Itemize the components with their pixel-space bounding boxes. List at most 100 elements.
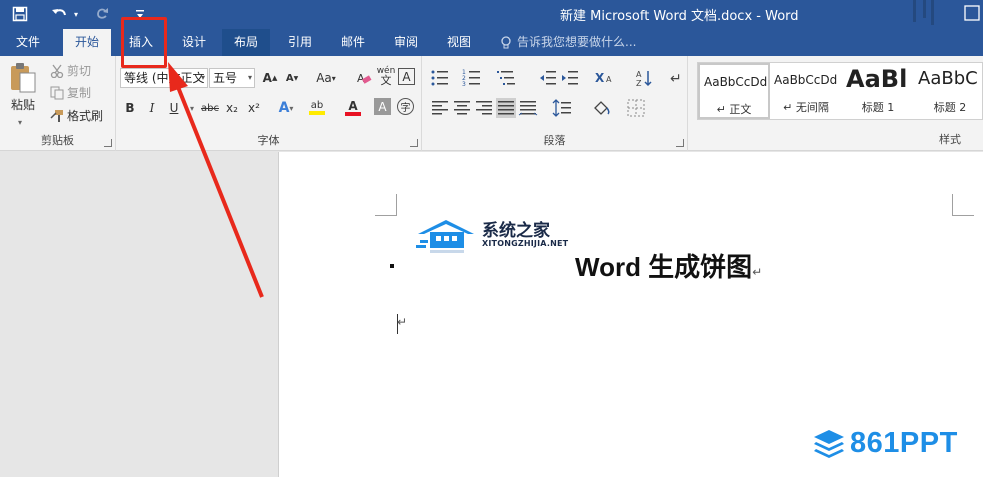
watermark-site-url: XITONGZHIJIA.NET	[482, 239, 569, 248]
paste-dropdown-icon[interactable]: ▾	[18, 118, 22, 127]
font-name-value: 等线 (中文正文	[124, 71, 205, 85]
paste-label: 粘贴	[10, 98, 35, 112]
change-case-button[interactable]: Aa ▾	[312, 68, 340, 88]
tell-me-placeholder: 告诉我您想要做什么...	[517, 35, 637, 49]
tab-references[interactable]: 引用	[276, 29, 324, 56]
copy-icon	[50, 86, 64, 99]
paragraph-launcher-icon[interactable]	[676, 139, 684, 147]
annotation-highlight-box	[121, 17, 167, 68]
format-painter-icon	[50, 109, 63, 122]
tab-review[interactable]: 审阅	[382, 29, 430, 56]
font-size-select[interactable]: 五号 ▾	[209, 68, 255, 88]
window-decoration-icon	[913, 0, 980, 25]
svg-text:↵: ↵	[670, 71, 682, 87]
paragraph-group: 123 XA AZ ↵ 段落	[422, 56, 688, 151]
paste-button[interactable]: 粘贴	[8, 62, 38, 113]
subscript-button[interactable]: x₂	[222, 98, 242, 118]
site-watermark-xitongzhijia: 系统之家 XITONGZHIJIA.NET	[416, 216, 586, 260]
char-shading-button[interactable]: A	[374, 98, 391, 115]
styles-gallery: AaBbCcDd ↵ 正文 AaBbCcDd ↵ 无间隔 AaBl 标题 1 A…	[697, 62, 983, 120]
grow-font-button[interactable]: A ▲	[260, 68, 280, 88]
copy-label: 复制	[67, 86, 92, 100]
redo-icon[interactable]	[90, 3, 114, 25]
svg-text:X: X	[595, 71, 605, 85]
svg-text:3: 3	[462, 81, 466, 88]
style-no-spacing[interactable]: AaBbCcDd ↵ 无间隔	[770, 63, 842, 119]
cut-button[interactable]: 剪切	[50, 62, 91, 79]
italic-icon: I	[149, 101, 155, 115]
empty-paragraph-mark: ↵	[397, 315, 408, 329]
style-no-spacing-sample: AaBbCcDd	[774, 73, 838, 87]
borders-icon[interactable]	[626, 98, 646, 118]
superscript-button[interactable]: x²	[244, 98, 264, 118]
show-marks-icon[interactable]: ↵	[666, 68, 686, 88]
numbering-icon[interactable]: 123	[462, 68, 482, 88]
tab-view[interactable]: 视图	[435, 29, 483, 56]
justify-icon[interactable]	[496, 98, 516, 118]
italic-button[interactable]: I	[142, 98, 162, 118]
clipboard-launcher-icon[interactable]	[104, 139, 112, 147]
highlight-button[interactable]: ab	[304, 98, 330, 118]
tab-layout[interactable]: 布局	[222, 29, 271, 56]
undo-icon[interactable]	[48, 3, 72, 25]
chinese-layout-icon[interactable]: XA	[594, 68, 614, 88]
style-heading-2-sample: AaBbC	[918, 68, 978, 89]
watermark-site-title: 系统之家	[482, 221, 550, 241]
font-launcher-icon[interactable]	[410, 139, 418, 147]
text-effects-button[interactable]: A ▾	[276, 98, 296, 118]
font-color-button[interactable]: A	[340, 98, 366, 118]
save-icon[interactable]	[8, 3, 32, 25]
chevron-down-icon: ▾	[247, 73, 252, 82]
crop-mark-top-left	[375, 194, 397, 216]
underline-icon: U	[169, 101, 179, 115]
strikethrough-icon: abc	[201, 102, 219, 114]
underline-button[interactable]: U	[164, 98, 184, 118]
font-name-select[interactable]: 等线 (中文正文 ▾	[120, 68, 208, 88]
font-group-label: 字体	[257, 134, 280, 147]
format-painter-label: 格式刷	[67, 109, 104, 123]
pinyin-guide-button[interactable]: wén 文	[376, 66, 396, 87]
tell-me-box[interactable]: 告诉我您想要做什么...	[500, 29, 636, 56]
align-left-icon[interactable]	[430, 98, 450, 118]
format-painter-button[interactable]: 格式刷	[50, 107, 103, 124]
sort-icon[interactable]: AZ	[634, 68, 654, 88]
multilevel-list-icon[interactable]	[496, 68, 516, 88]
style-heading-2-name: 标题 2	[933, 101, 967, 114]
style-heading-1-sample: AaBl	[846, 65, 908, 93]
distributed-icon[interactable]	[518, 98, 538, 118]
tab-mailings[interactable]: 邮件	[329, 29, 377, 56]
bold-button[interactable]: B	[120, 98, 140, 118]
strikethrough-button[interactable]: abc	[198, 98, 222, 118]
align-center-icon[interactable]	[452, 98, 472, 118]
undo-dropdown-icon[interactable]: ▾	[74, 10, 78, 19]
crop-mark-top-right	[952, 194, 974, 216]
decrease-indent-icon[interactable]	[538, 68, 558, 88]
line-spacing-icon[interactable]	[552, 98, 572, 118]
document-heading[interactable]: Word 生成饼图↵	[575, 247, 762, 284]
shrink-font-button[interactable]: A ▼	[282, 68, 302, 88]
svg-text:Z: Z	[636, 79, 642, 88]
char-border-button[interactable]: A	[398, 68, 415, 85]
align-right-icon[interactable]	[474, 98, 494, 118]
tab-design[interactable]: 设计	[170, 29, 218, 56]
copy-button[interactable]: 复制	[50, 84, 91, 101]
clear-format-button[interactable]: A	[354, 68, 374, 88]
enclose-char-button[interactable]: 字	[397, 98, 414, 115]
return-mark: ↵	[752, 265, 763, 279]
font-color-icon: A	[348, 99, 358, 113]
window-title: 新建 Microsoft Word 文档.docx - Word	[560, 9, 799, 24]
chevron-down-icon: ▾	[200, 73, 205, 82]
shading-icon[interactable]	[592, 98, 612, 118]
svg-text:A: A	[636, 70, 642, 79]
tab-home[interactable]: 开始	[63, 29, 112, 56]
char-shading-icon: A	[378, 99, 387, 114]
tab-file[interactable]: 文件	[4, 29, 52, 56]
increase-indent-icon[interactable]	[560, 68, 580, 88]
style-normal[interactable]: AaBbCcDd ↵ 正文	[698, 63, 770, 119]
superscript-icon: x²	[248, 101, 260, 115]
style-normal-name: ↵ 正文	[716, 103, 752, 116]
lightbulb-icon	[501, 35, 511, 48]
bullets-icon[interactable]	[430, 68, 450, 88]
style-heading-2[interactable]: AaBbC 标题 2	[914, 63, 983, 119]
style-heading-1[interactable]: AaBl 标题 1	[842, 63, 914, 119]
